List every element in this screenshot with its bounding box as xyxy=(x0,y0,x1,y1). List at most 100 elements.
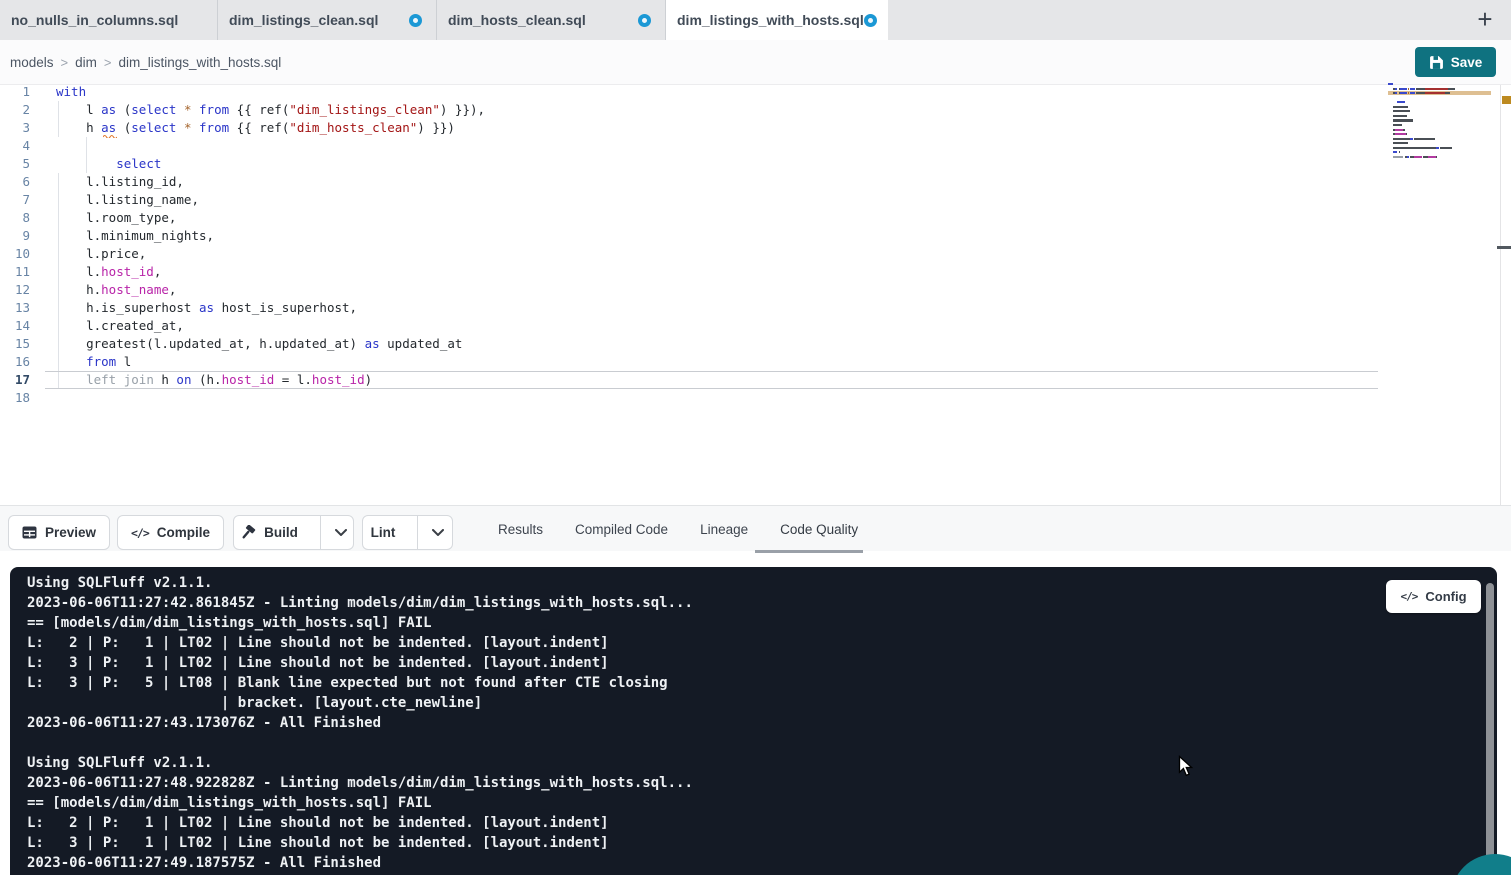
breadcrumb-separator: > xyxy=(61,55,69,70)
lint-button-label: Lint xyxy=(371,525,396,540)
compile-button[interactable]: </> Compile xyxy=(117,515,224,550)
minimap-line xyxy=(1388,142,1408,144)
save-button[interactable]: Save xyxy=(1415,47,1496,77)
code-line-text: l.listing_id, xyxy=(30,173,184,191)
line-number: 4 xyxy=(0,137,30,155)
file-tab-label: no_nulls_in_columns.sql xyxy=(11,12,178,28)
panel-tab-compiled-code[interactable]: Compiled Code xyxy=(575,522,668,537)
lint-options-dropdown[interactable] xyxy=(417,516,458,549)
code-line-15[interactable]: 15 greatest(l.updated_at, h.updated_at) … xyxy=(0,335,1511,353)
terminal-line: == [models/dim/dim_listings_with_hosts.s… xyxy=(27,793,1467,813)
overview-ruler-warning-marker xyxy=(1502,96,1511,104)
minimap-line xyxy=(1388,156,1437,158)
terminal-line: L: 3 | P: 5 | LT08 | Blank line expected… xyxy=(27,673,1467,693)
preview-button[interactable]: Preview xyxy=(8,515,110,550)
file-tab-label: dim_listings_with_hosts.sql xyxy=(677,12,864,28)
line-number: 7 xyxy=(0,191,30,209)
ide-window: no_nulls_in_columns.sql dim_listings_clea… xyxy=(0,0,1511,875)
code-line-11[interactable]: 11 l.host_id, xyxy=(0,263,1511,281)
file-tab-dim_hosts_clean.sql[interactable]: dim_hosts_clean.sql xyxy=(437,0,666,40)
active-panel-tab-underline xyxy=(755,550,863,553)
code-line-9[interactable]: 9 l.minimum_nights, xyxy=(0,227,1511,245)
minimap[interactable] xyxy=(1388,83,1492,213)
hammer-icon xyxy=(240,525,256,540)
line-number: 5 xyxy=(0,155,30,173)
overview-ruler-cursor-marker xyxy=(1497,246,1511,249)
breadcrumb-item[interactable]: models xyxy=(10,55,54,70)
code-brackets-icon: </> xyxy=(1400,590,1417,603)
file-tab-no_nulls_in_columns.sql[interactable]: no_nulls_in_columns.sql xyxy=(0,0,218,40)
code-line-text: select xyxy=(30,155,161,173)
line-number: 12 xyxy=(0,281,30,299)
unsaved-changes-dot[interactable] xyxy=(638,14,651,27)
code-line-text xyxy=(30,137,56,155)
code-line-10[interactable]: 10 l.price, xyxy=(0,245,1511,263)
code-line-5[interactable]: 5 select xyxy=(0,155,1511,173)
line-number: 8 xyxy=(0,209,30,227)
code-line-text: h.is_superhost as host_is_superhost, xyxy=(30,299,357,317)
breadcrumb-row: models>dim>dim_listings_with_hosts.sql S… xyxy=(0,40,1511,85)
code-line-text: with xyxy=(30,83,86,101)
unsaved-changes-dot[interactable] xyxy=(409,14,422,27)
editor-right-border xyxy=(1500,85,1501,505)
minimap-line xyxy=(1388,129,1405,131)
minimap-line xyxy=(1388,119,1413,121)
code-line-2[interactable]: 2 l as (select * from {{ ref("dim_listin… xyxy=(0,101,1511,119)
minimap-line xyxy=(1388,147,1452,149)
file-tab-dim_listings_with_hosts.sql[interactable]: dim_listings_with_hosts.sql xyxy=(666,0,888,40)
file-tab-label: dim_hosts_clean.sql xyxy=(448,12,586,28)
code-brackets-icon: </> xyxy=(131,526,149,540)
minimap-line xyxy=(1388,83,1393,85)
line-number: 17 xyxy=(0,371,30,389)
build-button-label: Build xyxy=(264,525,298,540)
terminal-line: 2023-06-06T11:27:42.861845Z - Linting mo… xyxy=(27,593,1467,613)
panel-tab-lineage[interactable]: Lineage xyxy=(700,522,748,537)
terminal-scrollbar[interactable] xyxy=(1486,583,1494,875)
code-line-14[interactable]: 14 l.created_at, xyxy=(0,317,1511,335)
lint-button[interactable]: Lint xyxy=(357,516,410,549)
panel-tab-code-quality[interactable]: Code Quality xyxy=(780,522,858,537)
breadcrumb-item[interactable]: dim_listings_with_hosts.sql xyxy=(118,55,281,70)
line-number: 11 xyxy=(0,263,30,281)
file-tab-bar: no_nulls_in_columns.sql dim_listings_clea… xyxy=(0,0,1511,40)
build-split-button: Build xyxy=(233,515,354,550)
panel-tab-results[interactable]: Results xyxy=(498,522,543,537)
code-line-7[interactable]: 7 l.listing_name, xyxy=(0,191,1511,209)
config-button[interactable]: </> Config xyxy=(1386,580,1481,613)
code-line-16[interactable]: 16 from l xyxy=(0,353,1511,371)
file-tab-label: dim_listings_clean.sql xyxy=(229,12,378,28)
terminal-line: L: 2 | P: 1 | LT02 | Line should not be … xyxy=(27,633,1467,653)
code-line-3[interactable]: 3 h as (select * from {{ ref("dim_hosts_… xyxy=(0,119,1511,137)
code-line-17[interactable]: 17 left join h on (h.host_id = l.host_id… xyxy=(0,371,1511,389)
minimap-line xyxy=(1388,92,1450,94)
minimap-line xyxy=(1388,151,1400,153)
save-floppy-icon xyxy=(1429,55,1444,70)
build-options-dropdown[interactable] xyxy=(320,516,361,549)
unsaved-changes-dot[interactable] xyxy=(864,14,877,27)
code-line-text: from l xyxy=(30,353,131,371)
tab-bar-filler xyxy=(888,0,1511,40)
code-line-8[interactable]: 8 l.room_type, xyxy=(0,209,1511,227)
config-button-label: Config xyxy=(1425,589,1466,604)
code-line-18[interactable]: 18 xyxy=(0,389,1511,407)
new-tab-button[interactable]: + xyxy=(1469,3,1501,35)
breadcrumb-item[interactable]: dim xyxy=(75,55,97,70)
lint-warning-squiggle xyxy=(103,134,117,138)
terminal-line: L: 3 | P: 1 | LT02 | Line should not be … xyxy=(27,833,1467,853)
code-line-13[interactable]: 13 h.is_superhost as host_is_superhost, xyxy=(0,299,1511,317)
preview-button-label: Preview xyxy=(45,525,96,540)
compile-button-label: Compile xyxy=(157,525,210,540)
code-line-1[interactable]: 1with xyxy=(0,83,1511,101)
chevron-down-icon xyxy=(335,529,347,536)
code-line-4[interactable]: 4 xyxy=(0,137,1511,155)
build-button[interactable]: Build xyxy=(226,516,312,549)
code-line-text: h.host_name, xyxy=(30,281,176,299)
file-tab-dim_listings_clean.sql[interactable]: dim_listings_clean.sql xyxy=(218,0,437,40)
code-line-text: l.host_id, xyxy=(30,263,161,281)
code-line-12[interactable]: 12 h.host_name, xyxy=(0,281,1511,299)
line-number: 6 xyxy=(0,173,30,191)
code-line-6[interactable]: 6 l.listing_id, xyxy=(0,173,1511,191)
breadcrumb: models>dim>dim_listings_with_hosts.sql xyxy=(10,40,281,85)
lint-output-terminal[interactable]: Using SQLFluff v2.1.1.2023-06-06T11:27:4… xyxy=(10,567,1497,875)
sql-code-editor[interactable]: 1with2 l as (select * from {{ ref("dim_l… xyxy=(0,85,1511,505)
